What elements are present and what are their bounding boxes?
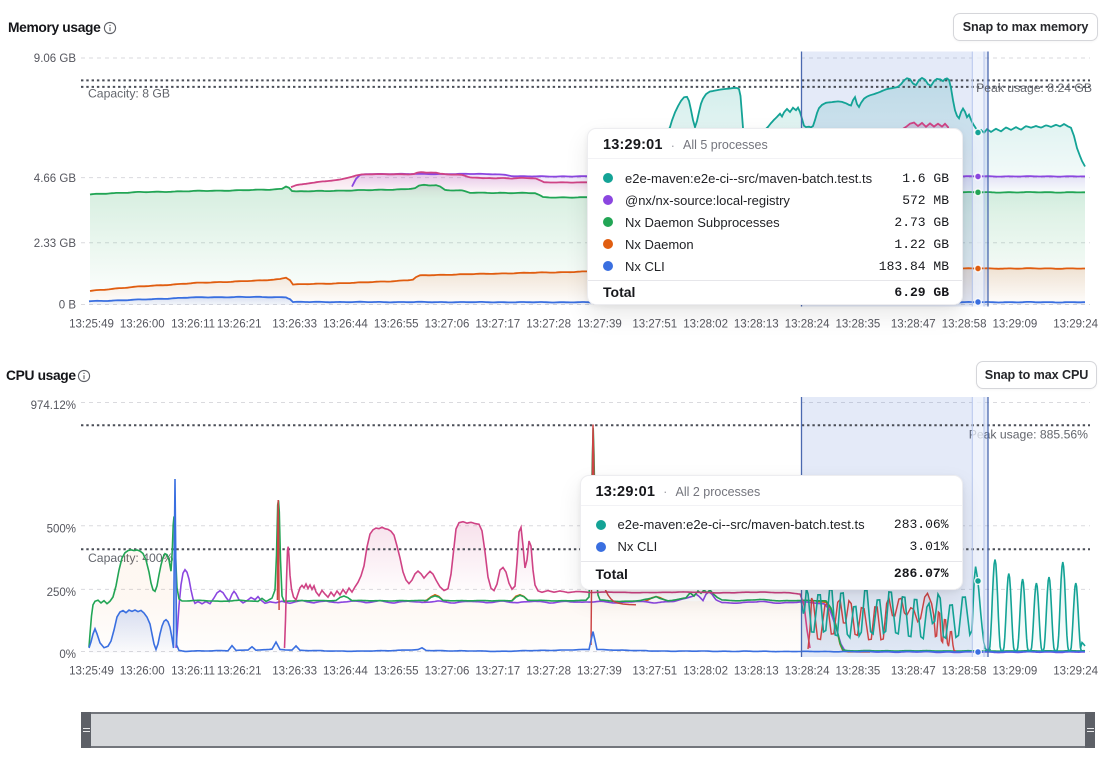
svg-text:13:28:35: 13:28:35 [836, 666, 881, 678]
svg-text:13:27:28: 13:27:28 [526, 319, 571, 331]
svg-text:13:26:21: 13:26:21 [217, 666, 262, 678]
svg-text:13:28:58: 13:28:58 [942, 666, 987, 678]
svg-text:2.33 GB: 2.33 GB [34, 238, 77, 250]
svg-text:Capacity: 8 GB: Capacity: 8 GB [88, 87, 170, 101]
svg-text:0%: 0% [59, 649, 76, 661]
svg-text:0 B: 0 B [59, 300, 77, 312]
svg-text:13:26:00: 13:26:00 [120, 666, 165, 678]
svg-text:13:28:24: 13:28:24 [785, 666, 830, 678]
svg-text:13:28:13: 13:28:13 [734, 666, 779, 678]
svg-text:13:27:06: 13:27:06 [425, 319, 470, 331]
svg-text:13:27:17: 13:27:17 [475, 319, 520, 331]
svg-text:13:26:33: 13:26:33 [272, 666, 317, 678]
svg-text:13:28:47: 13:28:47 [891, 319, 936, 331]
svg-text:13:27:51: 13:27:51 [632, 319, 677, 331]
svg-text:13:25:49: 13:25:49 [69, 666, 114, 678]
svg-text:13:26:44: 13:26:44 [323, 666, 368, 678]
svg-text:13:26:00: 13:26:00 [120, 319, 165, 331]
svg-text:Peak usage: 8.24 GB: Peak usage: 8.24 GB [976, 81, 1092, 95]
svg-text:13:28:02: 13:28:02 [683, 319, 728, 331]
svg-text:13:27:51: 13:27:51 [632, 666, 677, 678]
svg-text:13:26:21: 13:26:21 [217, 319, 262, 331]
svg-text:13:28:13: 13:28:13 [734, 319, 779, 331]
svg-text:13:28:58: 13:28:58 [942, 319, 987, 331]
svg-text:974.12%: 974.12% [31, 400, 76, 412]
svg-text:13:28:35: 13:28:35 [836, 319, 881, 331]
svg-text:13:28:47: 13:28:47 [891, 666, 936, 678]
svg-text:13:26:55: 13:26:55 [374, 666, 419, 678]
svg-text:13:29:09: 13:29:09 [993, 319, 1038, 331]
svg-text:13:25:49: 13:25:49 [69, 319, 114, 331]
svg-text:13:26:11: 13:26:11 [171, 666, 215, 678]
svg-text:4.66 GB: 4.66 GB [34, 173, 77, 185]
svg-text:13:28:02: 13:28:02 [683, 666, 728, 678]
svg-text:250%: 250% [47, 587, 76, 599]
svg-text:13:27:06: 13:27:06 [425, 666, 470, 678]
svg-text:13:27:39: 13:27:39 [577, 319, 622, 331]
svg-text:13:27:39: 13:27:39 [577, 666, 622, 678]
svg-text:13:26:11: 13:26:11 [171, 319, 215, 331]
svg-text:13:29:24: 13:29:24 [1053, 666, 1098, 678]
svg-text:13:26:55: 13:26:55 [374, 319, 419, 331]
svg-text:9.06 GB: 9.06 GB [34, 53, 77, 65]
svg-text:13:29:24: 13:29:24 [1053, 319, 1098, 331]
svg-text:13:28:24: 13:28:24 [785, 319, 830, 331]
svg-text:13:27:17: 13:27:17 [475, 666, 520, 678]
svg-text:13:26:33: 13:26:33 [272, 319, 317, 331]
svg-text:13:29:09: 13:29:09 [993, 666, 1038, 678]
svg-text:500%: 500% [47, 523, 76, 535]
svg-text:13:27:28: 13:27:28 [526, 666, 571, 678]
svg-text:13:26:44: 13:26:44 [323, 319, 368, 331]
